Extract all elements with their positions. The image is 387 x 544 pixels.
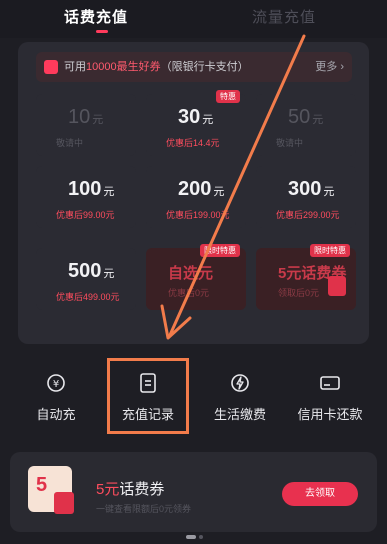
limited-badge: 限时特惠 [200,244,240,257]
amount-sub: 敬请中 [56,138,84,148]
credit-card-repayment-button[interactable]: 信用卡还款 [290,362,370,432]
active-tab-indicator [96,30,108,33]
amount-value: 200 元 [178,178,225,200]
coupon-value: 5 [36,474,48,496]
amount-sub: 优惠后499.00元 [56,292,120,302]
annotation-highlight-box [107,358,189,434]
credit-card-icon [319,372,341,394]
coupon-illustration: 5 [28,466,74,514]
claim-coupon-button[interactable]: 去领取 [282,482,358,506]
carousel-dot [199,535,203,539]
amount-option-300[interactable]: 300 元 优惠后299.00元 [256,166,356,228]
amount-option-100[interactable]: 100 元 优惠后99.00元 [36,166,136,228]
red-envelope-icon [328,276,346,296]
coupon-option[interactable]: 限时特惠 5元话费券 领取后0元 [256,244,356,310]
carousel-dot-active [186,535,196,539]
coupon-icon [44,60,58,74]
quick-action-bar: ¥ 自动充 充值记录 生活缴费 信用卡还款 [0,362,387,432]
amount-sub: 敬请中 [276,138,304,148]
carousel-indicator [186,526,206,544]
bolt-icon [229,372,251,394]
amount-sub: 优惠后99.00元 [56,210,115,220]
recharge-panel: 可用10000最生好券（限银行卡支付） 更多 › 10 元 敬请中 特惠 30 元 … [18,42,369,344]
svg-text:¥: ¥ [53,379,59,390]
utility-payment-button[interactable]: 生活缴费 [200,362,280,432]
limited-badge: 限时特惠 [310,244,350,257]
coupon-banner[interactable]: 5 5元话费券 一键查看限额后0元领券 去领取 [10,452,377,539]
amount-option-200[interactable]: 200 元 优惠后199.00元 [146,166,246,228]
tab-phone-recharge[interactable]: 话费充值 [64,6,128,27]
amount-option-50[interactable]: 50 元 敬请中 [256,94,356,156]
promo-bar[interactable]: 可用10000最生好券（限银行卡支付） 更多 › [36,52,352,82]
hot-badge: 特惠 [216,90,240,103]
amount-value: 500 元 [68,260,115,282]
top-tab-bar: 话费充值 流量充值 [0,0,387,38]
action-label: 生活缴费 [213,407,266,422]
amount-option-500[interactable]: 500 元 优惠后499.00元 [36,248,136,310]
promo-more-link[interactable]: 更多 › [315,52,344,82]
promo-suffix: （限银行卡支付） [160,61,249,73]
action-label: 自动充 [36,407,76,422]
auto-recharge-button[interactable]: ¥ 自动充 [16,362,96,432]
promo-highlight: 10000最生好券 [86,61,161,73]
custom-amount-option[interactable]: 限时特惠 自选元 优惠后0元 [146,244,246,310]
amount-value: 300 元 [288,178,335,200]
promo-text: 可用10000最生好券（限银行卡支付） [64,52,249,82]
red-envelope-icon [54,492,74,514]
amount-value: 自选元 [168,265,214,282]
amount-sub: 优惠后199.00元 [166,210,230,220]
promo-prefix: 可用 [64,61,86,73]
action-label: 信用卡还款 [297,407,363,422]
amount-value: 10 元 [68,106,104,128]
amount-value: 30 元 [178,106,214,128]
amount-sub: 优惠后0元 [168,288,210,298]
banner-subtitle: 一键查看限额后0元领券 [96,504,192,514]
amount-sub: 优惠后14.4元 [166,138,220,148]
amount-value: 100 元 [68,178,115,200]
amount-option-30[interactable]: 特惠 30 元 优惠后14.4元 [146,90,246,156]
auto-recharge-icon: ¥ [45,372,67,394]
amount-option-10[interactable]: 10 元 敬请中 [36,94,136,156]
tab-data-recharge[interactable]: 流量充值 [252,6,316,27]
amount-value: 50 元 [288,106,324,128]
banner-title: 5元话费券 [96,481,165,498]
amount-sub: 领取后0元 [278,288,320,298]
amount-sub: 优惠后299.00元 [276,210,340,220]
